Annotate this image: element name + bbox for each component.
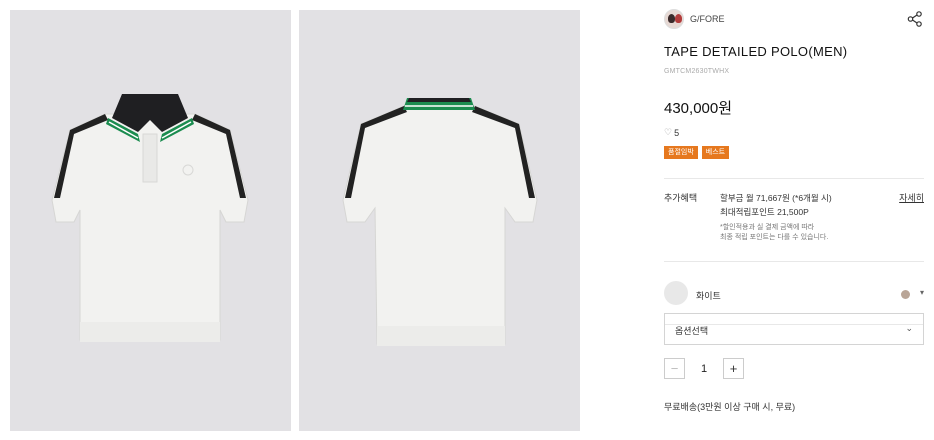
shipping-info: 무료배송(3만원 이상 구매 시, 무료) (664, 402, 796, 412)
brand-logo[interactable] (664, 9, 684, 29)
product-sku: GMTCM2630TWHX (664, 68, 730, 75)
tag-badge: 베스트 (701, 146, 730, 159)
brand-row: G/FORE (664, 8, 924, 30)
points-note-1: *할인적용과 실 결제 금액에 따라 (720, 224, 815, 231)
option-select[interactable]: 옵션선택 ⌄ (664, 313, 924, 345)
tag-badge: 품절임박 (664, 146, 698, 159)
like-count-value: 5 (674, 127, 680, 138)
points-note-2: 최종 적립 포인트는 다를 수 있습니다. (720, 234, 829, 241)
product-image-back[interactable] (299, 10, 580, 431)
chevron-down-icon[interactable]: ▾ (920, 288, 924, 297)
product-price: 430,000원 (664, 100, 733, 117)
chevron-down-icon: ⌄ (905, 323, 913, 333)
color-swatch-image[interactable] (664, 281, 688, 305)
benefit-details: 할부금 월 71,667원 (*6개월 시) 최대적립포인트 21,500P *… (720, 191, 832, 243)
quantity-value[interactable]: 1 (685, 363, 723, 375)
color-dot[interactable] (901, 290, 910, 299)
benefit-more-link[interactable]: 자세히 (899, 191, 924, 204)
option-select-placeholder: 옵션선택 (675, 326, 709, 336)
share-icon[interactable] (906, 10, 924, 28)
product-gallery (10, 10, 580, 431)
like-count[interactable]: ♡ 5 (664, 127, 924, 138)
benefit-label: 추가혜택 (664, 193, 698, 203)
polo-back-illustration (342, 98, 538, 346)
quantity-increase-button[interactable]: + (723, 358, 744, 379)
product-title: TAPE DETAILED POLO(MEN) (664, 44, 848, 59)
quantity-stepper[interactable]: − 1 + (664, 358, 744, 379)
quantity-decrease-button[interactable]: − (664, 358, 685, 379)
polo-front-illustration (51, 94, 249, 342)
installment-text: 할부금 월 71,667원 (*6개월 시) (720, 193, 832, 203)
heart-icon[interactable]: ♡ (664, 127, 672, 138)
max-points-text: 최대적립포인트 21,500P (720, 207, 809, 217)
brand-name[interactable]: G/FORE (690, 14, 725, 24)
product-tags: 품절임박 베스트 (664, 146, 924, 159)
product-info-panel: G/FORE TAPE DETAILED POLO(MEN) GMTCM2630… (664, 8, 924, 325)
color-name: 화이트 (696, 291, 721, 301)
additional-benefit-section: 추가혜택 할부금 월 71,667원 (*6개월 시) 최대적립포인트 21,5… (664, 178, 924, 262)
product-image-front[interactable] (10, 10, 291, 431)
